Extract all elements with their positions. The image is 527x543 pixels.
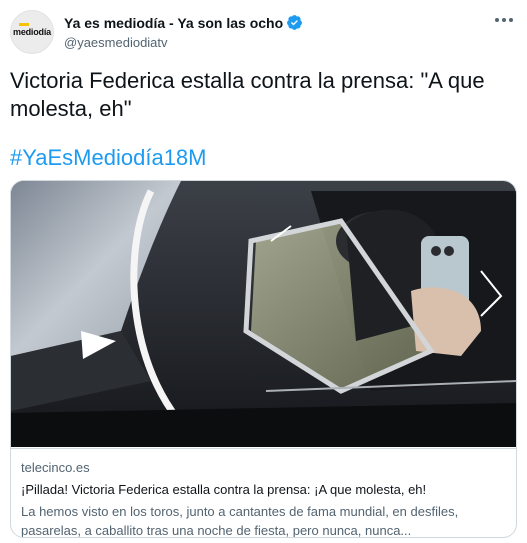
card-body: telecinco.es ¡Pillada! Victoria Federica…: [11, 448, 516, 537]
display-name-row: Ya es mediodía - Ya son las ocho: [64, 14, 303, 31]
car-photo-illustration: [11, 181, 516, 447]
hashtag-link[interactable]: #YaEsMediodía18M: [10, 145, 207, 171]
card-domain: telecinco.es: [21, 460, 90, 475]
author-display-name[interactable]: Ya es mediodía - Ya son las ocho: [64, 15, 283, 31]
tweet-text: Victoria Federica estalla contra la pren…: [10, 68, 485, 121]
author-names: Ya es mediodía - Ya son las ocho @yaesme…: [64, 14, 303, 50]
tweet-header: mediodía Ya es mediodía - Ya son las och…: [10, 10, 517, 54]
avatar-logo-text: mediodía: [13, 27, 51, 37]
card-image[interactable]: [11, 181, 516, 447]
card-description: La hemos visto en los toros, junto a can…: [21, 504, 459, 538]
author-handle[interactable]: @yaesmediodiatv: [64, 35, 303, 50]
link-preview-card[interactable]: telecinco.es ¡Pillada! Victoria Federica…: [10, 180, 517, 538]
avatar[interactable]: mediodía: [10, 10, 54, 54]
more-options-icon[interactable]: [495, 18, 513, 22]
avatar-accent: [19, 23, 29, 26]
verified-badge-icon: [287, 15, 303, 30]
card-title[interactable]: ¡Pillada! Victoria Federica estalla cont…: [21, 482, 426, 497]
